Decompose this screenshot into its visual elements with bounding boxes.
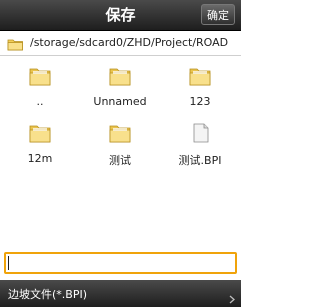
folder-icon — [80, 123, 160, 147]
file-name: 测试.BPI — [178, 154, 222, 167]
confirm-button[interactable]: 确定 — [201, 4, 235, 25]
file-item[interactable]: Unnamed — [80, 66, 160, 108]
filename-input[interactable] — [4, 252, 237, 274]
file-item[interactable]: 12m — [0, 123, 80, 165]
current-path: /storage/sdcard0/ZHD/Project/ROAD — [30, 36, 229, 49]
folder-icon — [160, 66, 240, 90]
file-item[interactable]: .. — [0, 66, 80, 108]
file-grid: .. Unnamed 123 12m 测试 测试.BPI — [0, 56, 241, 246]
document-icon — [160, 123, 240, 147]
text-caret — [8, 256, 9, 270]
title-bar: 保存 确定 — [0, 0, 241, 31]
file-name: 12m — [27, 152, 53, 165]
file-name: 测试 — [109, 154, 131, 167]
file-type-selector[interactable]: 边坡文件(*.BPI) — [0, 280, 241, 307]
file-item[interactable]: 123 — [160, 66, 240, 108]
chevron-right-icon — [229, 289, 235, 308]
file-name: Unnamed — [93, 95, 147, 108]
folder-icon — [0, 66, 80, 90]
folder-icon — [0, 123, 80, 147]
file-item[interactable]: 测试.BPI — [160, 123, 240, 168]
file-name: .. — [36, 95, 44, 108]
file-item[interactable]: 测试 — [80, 123, 160, 168]
path-bar: /storage/sdcard0/ZHD/Project/ROAD — [0, 31, 241, 56]
file-type-label: 边坡文件(*.BPI) — [8, 288, 88, 301]
file-name: 123 — [189, 95, 211, 108]
folder-icon — [7, 36, 24, 55]
folder-icon — [80, 66, 160, 90]
